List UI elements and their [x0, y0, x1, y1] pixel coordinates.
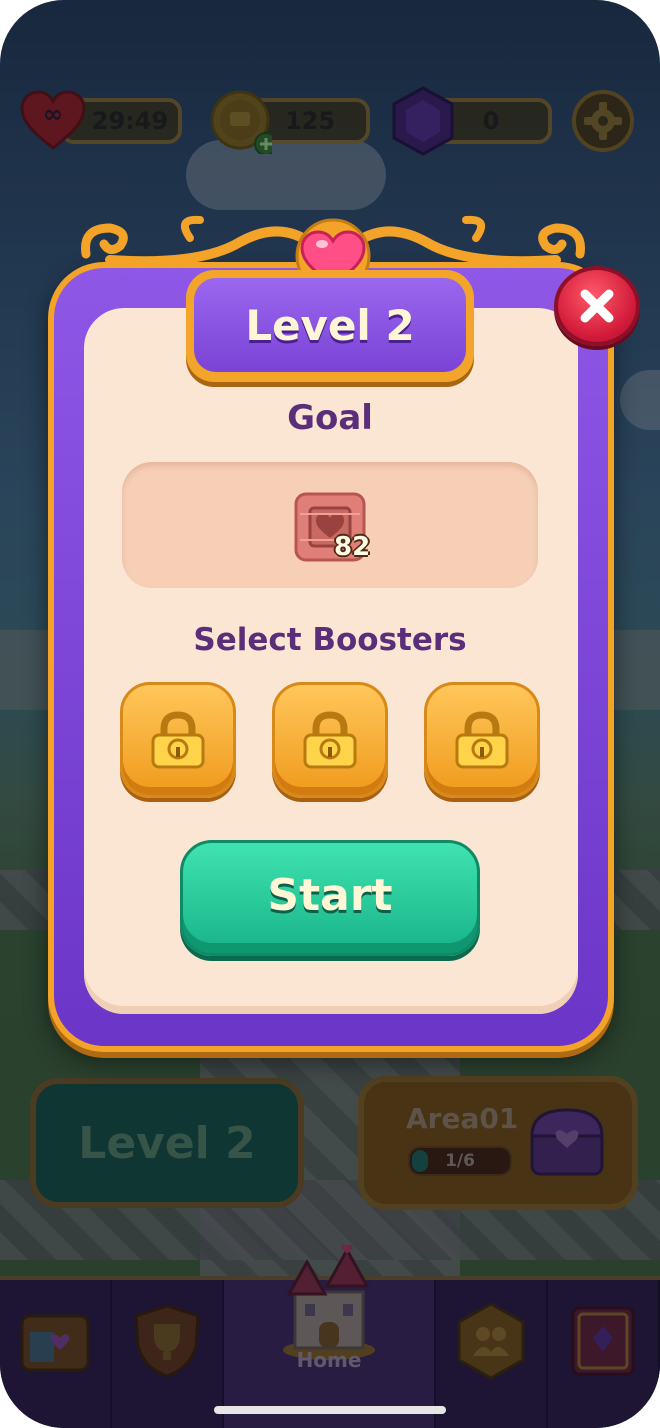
goal-count: 82 — [334, 532, 371, 562]
start-button[interactable]: Start — [180, 840, 480, 956]
booster-slot-2[interactable] — [272, 682, 388, 798]
padlock-icon — [151, 711, 205, 769]
goal-heading: Goal — [287, 398, 373, 438]
level-title-plate: Level 2 — [186, 270, 474, 382]
close-button[interactable] — [554, 266, 640, 346]
padlock-icon — [455, 711, 509, 769]
start-label: Start — [267, 869, 393, 921]
booster-slot-1[interactable] — [120, 682, 236, 798]
booster-slot-3[interactable] — [424, 682, 540, 798]
close-icon — [580, 289, 614, 323]
level-title-plate-inner: Level 2 — [194, 278, 466, 372]
boosters-heading: Select Boosters — [193, 622, 467, 658]
padlock-icon — [303, 711, 357, 769]
home-indicator[interactable] — [214, 1406, 446, 1414]
level-title: Level 2 — [245, 300, 415, 350]
